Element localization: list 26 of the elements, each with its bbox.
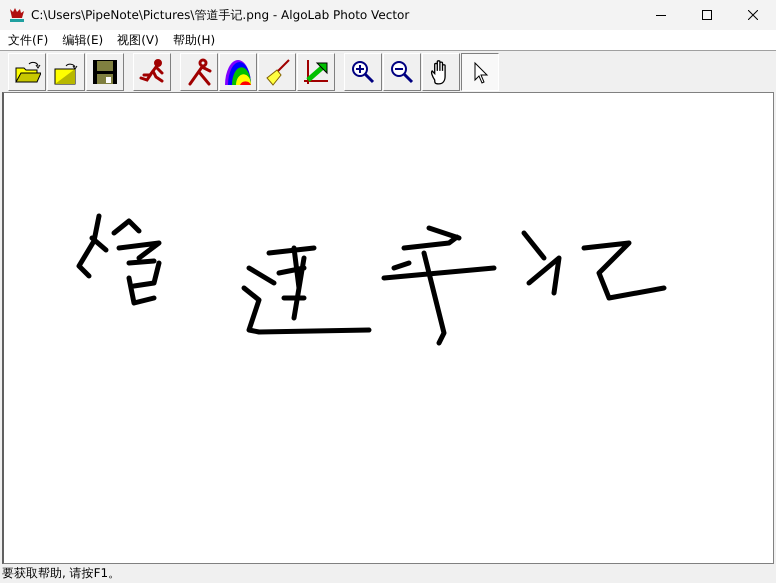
broom-button[interactable] — [258, 53, 296, 91]
zoom-in-icon — [349, 58, 377, 86]
menu-item[interactable]: 文件(F) — [2, 32, 54, 48]
zoom-out-button[interactable] — [383, 53, 421, 91]
open-folder-button[interactable] — [8, 53, 46, 91]
zoom-out-icon — [388, 58, 416, 86]
app-logo-icon — [9, 7, 25, 23]
close-icon — [748, 10, 758, 20]
rainbow-button[interactable] — [219, 53, 257, 91]
maximize-icon — [702, 10, 712, 20]
rainbow-icon — [224, 58, 252, 86]
hand-button[interactable] — [422, 53, 460, 91]
runner-button[interactable] — [133, 53, 171, 91]
pointer-button[interactable] — [461, 53, 499, 91]
chart-arrow-icon — [302, 58, 330, 86]
figure-button[interactable] — [180, 53, 218, 91]
menu-item[interactable]: 视图(V) — [111, 32, 165, 48]
chart-arrow-button[interactable] — [297, 53, 335, 91]
menu-item[interactable]: 编辑(E) — [56, 32, 110, 48]
window-title: C:\Users\PipeNote\Pictures\管道手记.png - AlgoLab Photo Vector — [31, 6, 410, 24]
menu-item[interactable]: 帮助(H) — [166, 32, 222, 48]
save-button[interactable] — [86, 53, 124, 91]
status-text: 要获取帮助, 请按F1。 — [2, 565, 120, 582]
zoom-in-button[interactable] — [344, 53, 382, 91]
save-icon — [91, 58, 119, 86]
open-image-button[interactable] — [47, 53, 85, 91]
